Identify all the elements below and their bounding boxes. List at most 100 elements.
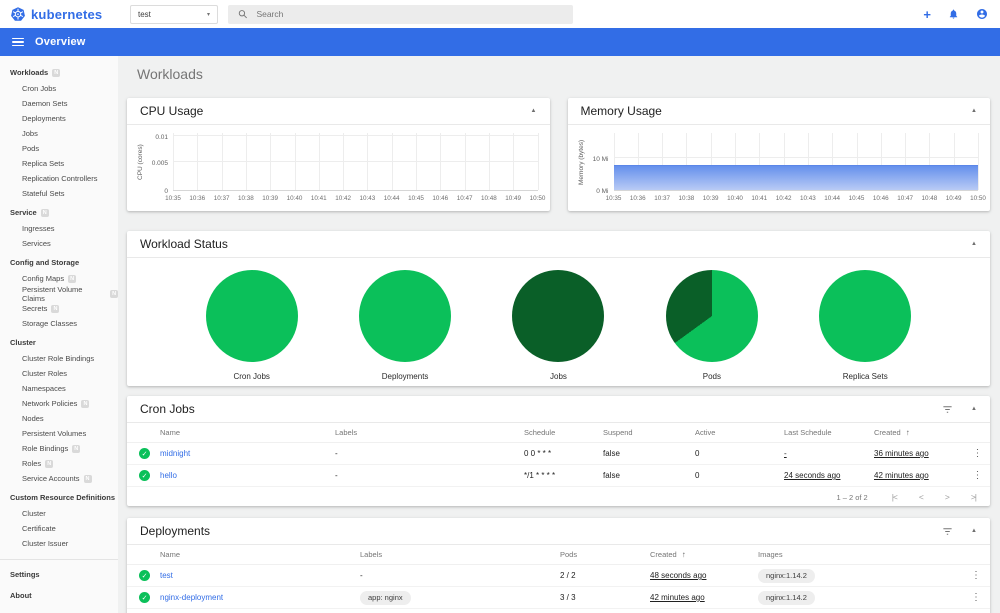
- collapse-icon[interactable]: ▲: [531, 108, 537, 114]
- sidebar-item-stateful-sets[interactable]: Stateful Sets: [0, 186, 118, 201]
- sidebar-item-label: Persistent Volume Claims: [22, 284, 83, 303]
- column-header-name[interactable]: Name: [160, 550, 360, 559]
- cell-labels: -: [360, 571, 560, 580]
- collapse-icon[interactable]: ▲: [971, 406, 977, 412]
- brand-name: kubernetes: [31, 6, 103, 22]
- namespace-selector[interactable]: test ▾: [130, 4, 218, 24]
- sidebar-item-role-bindings[interactable]: Role Bindings N: [0, 441, 118, 456]
- x-tick-label: 10:38: [238, 195, 254, 202]
- sidebar-item-daemon-sets[interactable]: Daemon Sets: [0, 96, 118, 111]
- sidebar-item-network-policies[interactable]: Network Policies N: [0, 396, 118, 411]
- sidebar-item-cron-jobs[interactable]: Cron Jobs: [0, 81, 118, 96]
- collapse-icon[interactable]: ▲: [971, 241, 977, 247]
- sidebar-item-deployments[interactable]: Deployments: [0, 111, 118, 126]
- column-header-created[interactable]: Created ↑: [874, 428, 965, 437]
- cell-labels: -: [335, 449, 338, 458]
- memory-usage-card: Memory Usage ▲ Memory (bytes) 0 Mi 10 Mi …: [567, 98, 991, 211]
- table-row: ✓ midnight -0 0 * * * false 0-36 minutes ago…: [127, 443, 990, 465]
- row-menu-icon[interactable]: ⋮: [965, 448, 990, 459]
- bell-icon[interactable]: [948, 8, 959, 20]
- sidebar-item-certificate[interactable]: Certificate: [0, 521, 118, 536]
- sidebar-item-cluster-roles[interactable]: Cluster Roles: [0, 366, 118, 381]
- collapse-icon[interactable]: ▲: [971, 108, 977, 114]
- x-tick-label: 10:45: [408, 195, 424, 202]
- sidebar-item-replica-sets[interactable]: Replica Sets: [0, 156, 118, 171]
- first-page-icon[interactable]: |<: [892, 492, 898, 502]
- memory-chart: Memory (bytes) 0 Mi 10 Mi 10:35 10:36 10:37…: [568, 125, 991, 209]
- collapse-icon[interactable]: ▲: [971, 528, 977, 534]
- sidebar-item-pods[interactable]: Pods: [0, 141, 118, 156]
- column-header-pods[interactable]: Pods: [560, 550, 650, 559]
- relative-time[interactable]: 42 minutes ago: [874, 471, 965, 480]
- cell-pods: 3 / 3: [560, 593, 576, 602]
- workload-status-pie-deployments: Deployments: [359, 270, 452, 381]
- sidebar-item-storage-classes[interactable]: Storage Classes: [0, 316, 118, 331]
- relative-time[interactable]: 42 minutes ago: [650, 593, 758, 602]
- sidebar-item-label: Role Bindings: [22, 444, 69, 453]
- resource-name-link[interactable]: hello: [160, 471, 335, 480]
- label-chip: nginx:1.14.2: [758, 568, 815, 583]
- sidebar-item-cluster-issuer[interactable]: Cluster Issuer: [0, 536, 118, 551]
- column-header-images[interactable]: Images: [758, 550, 962, 559]
- sidebar-item-label: Services: [22, 239, 51, 248]
- x-gridline: [318, 133, 320, 190]
- relative-time[interactable]: 48 seconds ago: [650, 571, 758, 580]
- column-header-active[interactable]: Active: [695, 428, 784, 437]
- resource-name-link[interactable]: nginx-deployment: [160, 593, 360, 602]
- sidebar-item-label: Secrets: [22, 304, 48, 313]
- x-tick-label: 10:47: [456, 195, 473, 202]
- next-page-icon[interactable]: >: [945, 492, 950, 502]
- relative-time[interactable]: -: [784, 449, 874, 458]
- sidebar-item-services[interactable]: Services: [0, 236, 118, 251]
- filter-icon[interactable]: [942, 404, 953, 415]
- workload-status-card: Workload Status ▲ Cron Jobs Deployments Jo…: [127, 231, 990, 386]
- cron-jobs-pagination: 1 – 2 of 2 |< < > >|: [127, 487, 990, 507]
- resource-name-link[interactable]: midnight: [160, 449, 335, 458]
- last-page-icon[interactable]: >|: [971, 492, 977, 502]
- sidebar-item-replication-controllers[interactable]: Replication Controllers: [0, 171, 118, 186]
- filter-icon[interactable]: [942, 526, 953, 537]
- status-ok-icon: ✓: [139, 592, 150, 603]
- hamburger-menu-icon[interactable]: [12, 37, 24, 47]
- column-header-labels[interactable]: Labels: [360, 550, 560, 559]
- previous-page-icon[interactable]: <: [919, 492, 924, 502]
- row-menu-icon[interactable]: ⋮: [962, 592, 990, 603]
- sidebar-item-jobs[interactable]: Jobs: [0, 126, 118, 141]
- column-header-suspend[interactable]: Suspend: [603, 428, 695, 437]
- sidebar-item-secrets[interactable]: Secrets N: [0, 301, 118, 316]
- sidebar-item-namespaces[interactable]: Namespaces: [0, 381, 118, 396]
- row-menu-icon[interactable]: ⋮: [962, 570, 990, 581]
- column-header-created[interactable]: Created ↑: [650, 550, 758, 559]
- column-header-last-schedule[interactable]: Last Schedule: [784, 428, 874, 437]
- sidebar-item-persistent-volume-claims[interactable]: Persistent Volume Claims N: [0, 284, 118, 303]
- relative-time[interactable]: 24 seconds ago: [784, 471, 874, 480]
- sidebar-item-roles[interactable]: Roles N: [0, 456, 118, 471]
- workload-status-pie-pods: Pods: [665, 270, 758, 381]
- sidebar-item-settings[interactable]: Settings: [0, 564, 118, 585]
- sidebar-item-about[interactable]: About: [0, 585, 118, 606]
- x-tick-label: 10:46: [432, 195, 449, 202]
- sidebar-item-ingresses[interactable]: Ingresses: [0, 221, 118, 236]
- x-tick-label: 10:45: [848, 195, 865, 202]
- sidebar-item-cluster-role-bindings[interactable]: Cluster Role Bindings: [0, 351, 118, 366]
- x-gridline: [978, 133, 979, 190]
- search-bar[interactable]: [228, 4, 573, 24]
- cpu-y-axis-label: CPU (cores): [137, 144, 144, 180]
- sidebar-item-nodes[interactable]: Nodes: [0, 411, 118, 426]
- sidebar-item-cluster[interactable]: Cluster: [0, 506, 118, 521]
- x-tick-label: 10:35: [605, 195, 622, 202]
- x-tick-label: 10:37: [213, 195, 230, 202]
- create-plus-icon[interactable]: +: [923, 8, 931, 21]
- relative-time[interactable]: 36 minutes ago: [874, 449, 965, 458]
- resource-name-link[interactable]: test: [160, 571, 360, 580]
- column-header-labels[interactable]: Labels: [335, 428, 524, 437]
- column-header-name[interactable]: Name: [160, 428, 335, 437]
- sidebar-section-custom-resource-definitions: Custom Resource Definitions: [0, 486, 118, 506]
- search-input[interactable]: [256, 9, 563, 19]
- sidebar-item-service-accounts[interactable]: Service Accounts N: [0, 471, 118, 486]
- sidebar-item-persistent-volumes[interactable]: Persistent Volumes: [0, 426, 118, 441]
- row-menu-icon[interactable]: ⋮: [965, 470, 990, 481]
- x-gridline: [391, 133, 393, 190]
- column-header-schedule[interactable]: Schedule: [524, 428, 603, 437]
- account-circle-icon[interactable]: [976, 8, 988, 20]
